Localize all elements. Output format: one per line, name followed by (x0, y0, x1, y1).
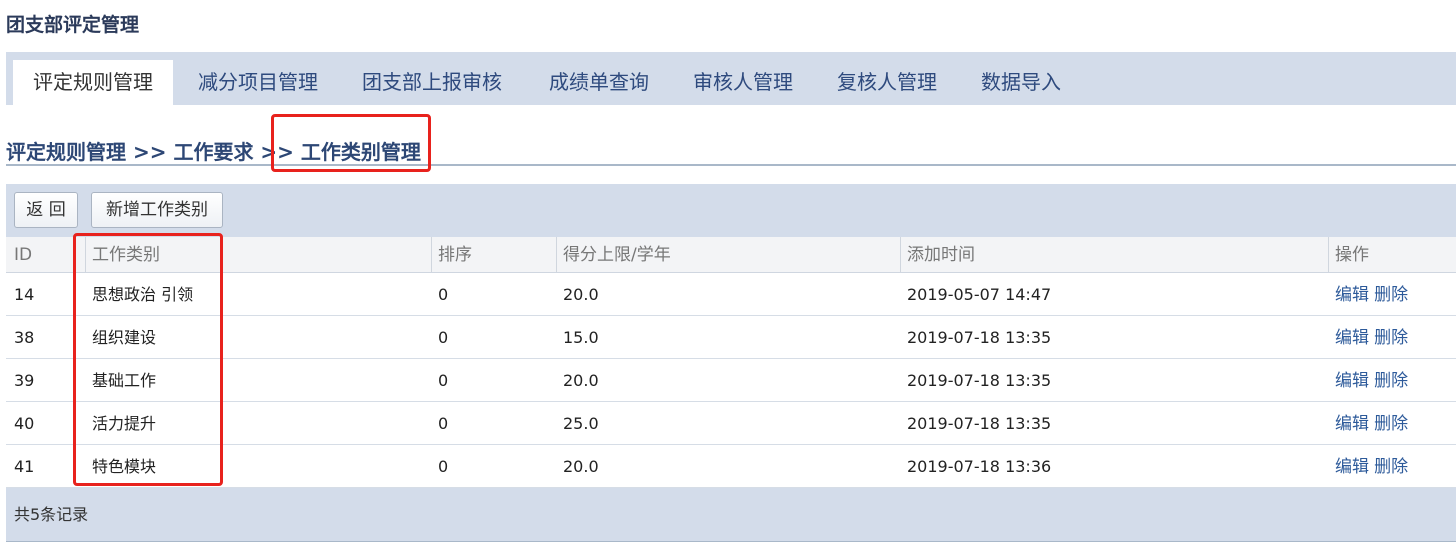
column-header-added-time: 添加时间 (900, 237, 975, 272)
table-header: ID 工作类别 排序 得分上限/学年 添加时间 操作 (6, 237, 1456, 273)
tab-transcript-query[interactable]: 成绩单查询 (549, 60, 649, 105)
cell-actions: 编辑 删除 (1335, 273, 1408, 315)
cell-order: 0 (438, 371, 449, 390)
table-row: 41 特色模块 0 20.0 2019-07-18 13:36 编辑 删除 (6, 445, 1456, 488)
column-header-id: ID (14, 245, 33, 265)
tab-deduction-items[interactable]: 减分项目管理 (198, 60, 318, 105)
cell-score-limit: 20.0 (563, 285, 599, 304)
breadcrumb-rule-management[interactable]: 评定规则管理 (6, 140, 126, 164)
tab-bar: 评定规则管理 减分项目管理 团支部上报审核 成绩单查询 审核人管理 复核人管理 … (6, 52, 1456, 105)
tab-rule-management[interactable]: 评定规则管理 (13, 60, 173, 105)
cell-score-limit: 20.0 (563, 371, 599, 390)
delete-link[interactable]: 删除 (1374, 457, 1408, 477)
cell-category: 组织建设 (92, 328, 157, 347)
delete-link[interactable]: 删除 (1374, 371, 1408, 391)
cell-score-limit: 20.0 (563, 457, 599, 476)
breadcrumb-separator: >> (132, 140, 167, 164)
cell-id: 41 (14, 457, 35, 476)
edit-link[interactable]: 编辑 (1335, 285, 1369, 305)
tab-branch-report-review[interactable]: 团支部上报审核 (362, 60, 502, 105)
category-table: ID 工作类别 排序 得分上限/学年 添加时间 操作 14 思想政治 引领 0 … (6, 237, 1456, 488)
delete-link[interactable]: 删除 (1374, 328, 1408, 348)
cell-actions: 编辑 删除 (1335, 445, 1408, 487)
column-header-score-limit: 得分上限/学年 (556, 237, 671, 272)
breadcrumb-separator: >> (260, 140, 294, 164)
column-header-order: 排序 (431, 237, 472, 272)
breadcrumb-work-requirements[interactable]: 工作要求 (173, 140, 253, 164)
cell-actions: 编辑 删除 (1335, 316, 1408, 358)
edit-link[interactable]: 编辑 (1335, 457, 1369, 477)
cell-id: 40 (14, 414, 35, 433)
cell-actions: 编辑 删除 (1335, 359, 1408, 401)
breadcrumb: 评定规则管理 >> 工作要求 >> 工作类别管理 (6, 136, 421, 165)
cell-added-time: 2019-07-18 13:35 (907, 414, 1052, 433)
cell-category: 基础工作 (92, 371, 157, 390)
cell-added-time: 2019-07-18 13:35 (907, 371, 1052, 390)
breadcrumb-category-management: 工作类别管理 (300, 140, 421, 164)
record-count: 共5条记录 (14, 505, 89, 524)
table-row: 40 活力提升 0 25.0 2019-07-18 13:35 编辑 删除 (6, 402, 1456, 445)
add-category-button[interactable]: 新增工作类别 (91, 192, 223, 228)
edit-link[interactable]: 编辑 (1335, 328, 1369, 348)
cell-id: 39 (14, 371, 35, 390)
delete-link[interactable]: 删除 (1374, 414, 1408, 434)
cell-added-time: 2019-05-07 14:47 (907, 285, 1052, 304)
cell-order: 0 (438, 285, 449, 304)
table-row: 39 基础工作 0 20.0 2019-07-18 13:35 编辑 删除 (6, 359, 1456, 402)
table-row: 14 思想政治 引领 0 20.0 2019-05-07 14:47 编辑 删除 (6, 273, 1456, 316)
cell-order: 0 (438, 457, 449, 476)
cell-category: 活力提升 (92, 414, 157, 433)
cell-score-limit: 25.0 (563, 414, 599, 433)
app-title: 团支部评定管理 (6, 14, 140, 36)
breadcrumb-divider (6, 164, 1456, 166)
column-header-category: 工作类别 (85, 237, 160, 272)
cell-order: 0 (438, 328, 449, 347)
tab-rechecker-management[interactable]: 复核人管理 (837, 60, 937, 105)
back-button[interactable]: 返 回 (14, 192, 78, 228)
table-footer: 共5条记录 (6, 488, 1456, 542)
cell-score-limit: 15.0 (563, 328, 599, 347)
table-row: 38 组织建设 0 15.0 2019-07-18 13:35 编辑 删除 (6, 316, 1456, 359)
toolbar: 返 回 新增工作类别 (6, 184, 1456, 237)
cell-added-time: 2019-07-18 13:35 (907, 328, 1052, 347)
column-header-actions: 操作 (1328, 237, 1369, 272)
cell-order: 0 (438, 414, 449, 433)
cell-id: 14 (14, 285, 35, 304)
tab-reviewer-management[interactable]: 审核人管理 (693, 60, 793, 105)
cell-actions: 编辑 删除 (1335, 402, 1408, 444)
cell-id: 38 (14, 328, 35, 347)
cell-added-time: 2019-07-18 13:36 (907, 457, 1052, 476)
edit-link[interactable]: 编辑 (1335, 371, 1369, 391)
edit-link[interactable]: 编辑 (1335, 414, 1369, 434)
cell-category: 思想政治 引领 (92, 285, 194, 304)
tab-data-import[interactable]: 数据导入 (981, 60, 1061, 105)
cell-category: 特色模块 (92, 457, 157, 476)
delete-link[interactable]: 删除 (1374, 285, 1408, 305)
